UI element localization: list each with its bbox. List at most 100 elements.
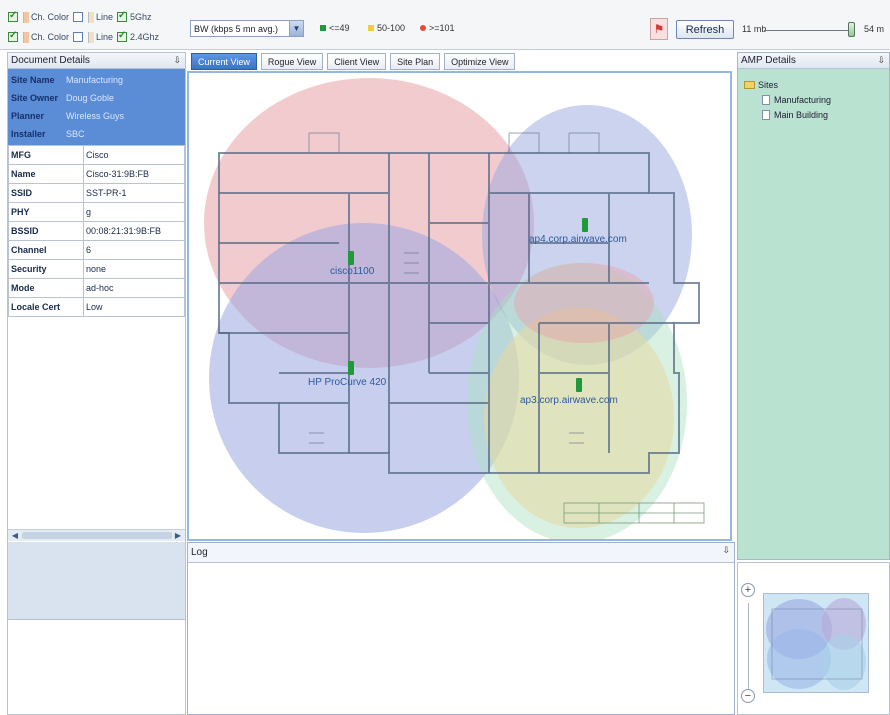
- tab-rogue-view[interactable]: Rogue View: [260, 53, 324, 70]
- tab-client-view[interactable]: Client View: [327, 53, 387, 70]
- legend-label: <=49: [329, 23, 350, 33]
- line-label: Line: [96, 32, 114, 42]
- floor-plan-canvas[interactable]: [189, 73, 730, 539]
- tree-label: Sites: [758, 79, 779, 90]
- panel-header: AMP Details ⇩: [738, 53, 889, 69]
- zoom-slider[interactable]: [748, 603, 749, 689]
- zoom-in-button[interactable]: +: [741, 583, 755, 597]
- panel-header: Log ⇩: [188, 543, 734, 563]
- prop-key: Locale Cert: [8, 297, 84, 317]
- table-row[interactable]: Security none: [8, 259, 185, 279]
- tree-node-manufacturing[interactable]: Manufacturing: [744, 92, 889, 107]
- square-icon: [368, 25, 374, 31]
- view-tabs: Current View Rogue View Client View Site…: [191, 53, 516, 70]
- bandwidth-select-value: BW (kbps 5 mn avg.): [194, 23, 279, 34]
- pin-icon[interactable]: ⇩: [877, 55, 885, 66]
- zoom-out-button[interactable]: −: [741, 689, 755, 703]
- ap-label[interactable]: ap4.corp.airwave.com: [529, 234, 627, 245]
- site-value: Wireless Guys: [66, 111, 125, 121]
- site-key: Installer: [11, 129, 46, 139]
- ch-color-checkbox-5ghz[interactable]: [8, 10, 18, 22]
- table-row[interactable]: MFG Cisco: [8, 145, 185, 165]
- site-row: Site Owner Doug Goble: [11, 89, 182, 107]
- line-checkbox-5ghz[interactable]: [73, 12, 84, 22]
- table-row[interactable]: Channel 6: [8, 240, 185, 260]
- table-row[interactable]: Name Cisco-31:9B:FB: [8, 164, 185, 184]
- legend-label: 50-100: [377, 23, 406, 33]
- site-row: Site Name Manufacturing: [11, 71, 182, 89]
- ap-icon[interactable]: [348, 251, 354, 265]
- legend-low: <=49: [320, 22, 350, 34]
- rate-slider-min-label: 11 mb: [742, 24, 767, 34]
- horizontal-scrollbar[interactable]: ◀ ▶: [8, 529, 185, 541]
- site-row: Installer SBC: [11, 125, 182, 143]
- ap-icon[interactable]: [576, 378, 582, 392]
- document-icon: [762, 94, 770, 105]
- tab-current-view[interactable]: Current View: [191, 53, 257, 70]
- ap-label[interactable]: ap3.corp.airwave.com: [520, 395, 618, 406]
- ap-icon[interactable]: [582, 218, 588, 232]
- panel-title: AMP Details: [741, 55, 796, 66]
- band-checkbox-24ghz[interactable]: [117, 30, 128, 42]
- scroll-left-icon[interactable]: ◀: [10, 531, 20, 540]
- document-details-panel: Document Details ⇩ Site Name Manufacturin…: [7, 52, 186, 715]
- table-row[interactable]: BSSID 00:08:21:31:9B:FB: [8, 221, 185, 241]
- prop-value: SST-PR-1: [83, 183, 185, 203]
- prop-value: Cisco: [83, 145, 185, 165]
- ap-label[interactable]: cisco1100: [330, 266, 374, 277]
- pin-icon[interactable]: ⇩: [173, 55, 181, 66]
- pin-icon[interactable]: ⇩: [722, 545, 730, 556]
- rate-slider-thumb[interactable]: [848, 22, 855, 37]
- scroll-right-icon[interactable]: ▶: [173, 531, 183, 540]
- minimap-canvas: [766, 598, 866, 690]
- prop-value: ad-hoc: [83, 278, 185, 298]
- line-label: Line: [96, 12, 114, 22]
- color-swatch: [23, 31, 29, 43]
- tree-node-sites[interactable]: Sites: [744, 77, 889, 92]
- site-key: Site Owner: [11, 93, 59, 103]
- site-value: Manufacturing: [66, 75, 124, 85]
- tree-label: Main Building: [774, 109, 829, 120]
- legend-high: >=101: [420, 22, 455, 34]
- table-row[interactable]: PHY g: [8, 202, 185, 222]
- scrollbar-thumb[interactable]: [22, 532, 172, 539]
- overview-panel: + −: [737, 562, 890, 715]
- alert-flag-button[interactable]: ⚑: [650, 18, 668, 40]
- prop-key: Channel: [8, 240, 84, 260]
- panel-title: Log: [191, 547, 208, 558]
- prop-value: none: [83, 259, 185, 279]
- tab-site-plan[interactable]: Site Plan: [390, 53, 441, 70]
- tab-optimize-view[interactable]: Optimize View: [444, 53, 516, 70]
- panel-header: Document Details ⇩: [8, 53, 185, 69]
- overview-minimap[interactable]: [763, 593, 869, 693]
- site-row: Planner Wireless Guys: [11, 107, 182, 125]
- ch-color-label: Ch. Color: [31, 12, 70, 22]
- amp-details-panel: AMP Details ⇩ Sites Manufacturing Main B…: [737, 52, 890, 560]
- line-checkbox-24ghz[interactable]: [73, 32, 84, 42]
- table-row[interactable]: SSID SST-PR-1: [8, 183, 185, 203]
- rate-slider-track[interactable]: [764, 30, 850, 31]
- ap-label[interactable]: HP ProCurve 420: [308, 377, 386, 388]
- floor-plan-map[interactable]: cisco1100 ap4.corp.airwave.com HP ProCur…: [187, 71, 732, 541]
- bandwidth-select[interactable]: BW (kbps 5 mn avg.) ▼: [190, 20, 304, 37]
- prop-key: Security: [8, 259, 84, 279]
- table-row[interactable]: Mode ad-hoc: [8, 278, 185, 298]
- prop-value: g: [83, 202, 185, 222]
- band-checkbox-5ghz[interactable]: [117, 10, 128, 22]
- coverage-zone-overlap: [514, 263, 654, 343]
- empty-pane: [8, 542, 185, 620]
- line-swatch: [88, 11, 95, 23]
- ap-icon[interactable]: [348, 361, 354, 375]
- circle-icon: [420, 25, 426, 31]
- refresh-button[interactable]: Refresh: [676, 20, 734, 39]
- panel-title: Document Details: [11, 55, 90, 66]
- tree-node-main-building[interactable]: Main Building: [744, 107, 889, 122]
- prop-key: SSID: [8, 183, 84, 203]
- ch-color-checkbox-24ghz[interactable]: [8, 30, 18, 42]
- band-24ghz-options: Ch. Color Line 2.4Ghz: [8, 30, 163, 44]
- table-row[interactable]: Locale Cert Low: [8, 297, 185, 317]
- chevron-down-icon[interactable]: ▼: [289, 21, 303, 36]
- flag-icon: ⚑: [653, 22, 665, 36]
- prop-key: Name: [8, 164, 84, 184]
- prop-key: Mode: [8, 278, 84, 298]
